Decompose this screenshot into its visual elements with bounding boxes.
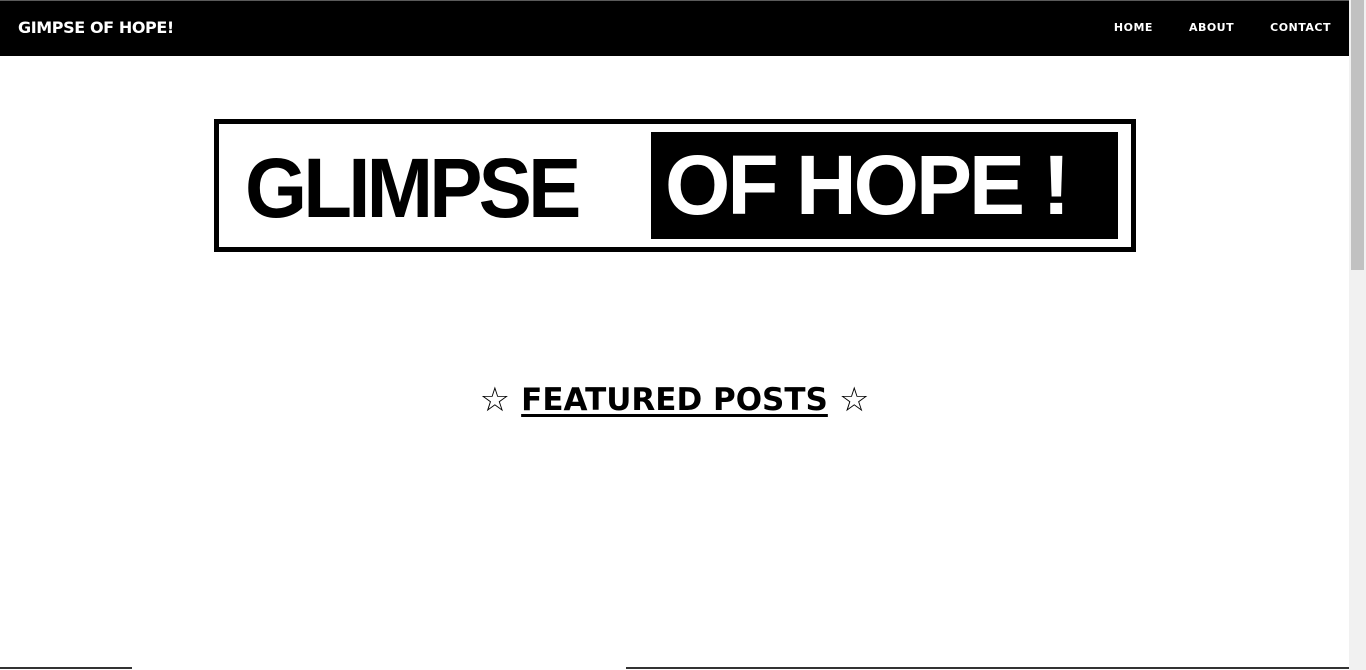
- featured-posts-title: FEATURED POSTS: [521, 382, 828, 418]
- logo-black-box: OF HOPE !: [651, 132, 1118, 239]
- nav-contact-link[interactable]: CONTACT: [1270, 21, 1331, 34]
- vertical-scrollbar[interactable]: [1349, 0, 1366, 670]
- top-navbar: GIMPSE OF HOPE! HOME ABOUT CONTACT: [0, 0, 1349, 56]
- site-logo-banner: GLIMPSE OF HOPE !: [214, 119, 1136, 252]
- star-icon: ☆: [479, 380, 511, 420]
- post-card-top-edge: [0, 667, 132, 669]
- scrollbar-thumb[interactable]: [1351, 0, 1364, 270]
- post-card-top-edge: [626, 667, 1349, 669]
- logo-text-right: OF HOPE !: [665, 138, 1070, 232]
- logo-text-left: GLIMPSE: [245, 141, 581, 235]
- star-icon: ☆: [838, 380, 870, 420]
- site-brand-link[interactable]: GIMPSE OF HOPE!: [18, 18, 174, 37]
- featured-posts-heading: ☆ FEATURED POSTS ☆: [0, 380, 1349, 420]
- nav-links: HOME ABOUT CONTACT: [1114, 21, 1331, 34]
- page: GIMPSE OF HOPE! HOME ABOUT CONTACT GLIMP…: [0, 0, 1366, 670]
- nav-home-link[interactable]: HOME: [1114, 21, 1153, 34]
- nav-about-link[interactable]: ABOUT: [1189, 21, 1234, 34]
